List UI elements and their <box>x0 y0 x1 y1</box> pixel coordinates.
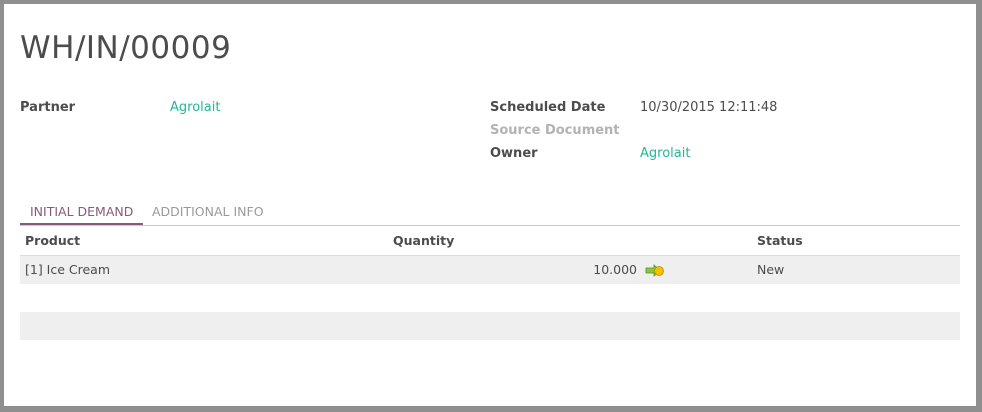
scheduled-date-value: 10/30/2015 12:11:48 <box>640 100 778 115</box>
column-header-status[interactable]: Status <box>757 227 803 255</box>
quantity-cell: 10.000 <box>593 262 637 277</box>
tab-initial-demand[interactable]: INITIAL DEMAND <box>20 201 144 225</box>
form-sheet: WH/IN/00009 Partner Agrolait Scheduled D… <box>4 4 976 406</box>
table-empty-row <box>20 312 960 340</box>
partner-link[interactable]: Agrolait <box>170 100 220 116</box>
column-header-product[interactable]: Product <box>25 227 80 255</box>
notebook-tabs: INITIAL DEMAND ADDITIONAL INFO <box>20 201 960 226</box>
product-cell: [1] Ice Cream <box>25 262 111 277</box>
source-document-label: Source Document <box>490 123 620 138</box>
column-header-quantity[interactable]: Quantity <box>393 227 454 255</box>
owner-link[interactable]: Agrolait <box>640 146 690 162</box>
page-title: WH/IN/00009 <box>20 30 232 66</box>
table-row[interactable]: [1] Ice Cream 10.000 New <box>20 256 960 284</box>
partner-label: Partner <box>20 100 76 115</box>
move-arrow-icon[interactable] <box>645 264 665 277</box>
scheduled-date-label: Scheduled Date <box>490 100 606 115</box>
status-cell: New <box>757 262 785 277</box>
tab-additional-info[interactable]: ADDITIONAL INFO <box>142 201 274 223</box>
owner-label: Owner <box>490 146 538 161</box>
